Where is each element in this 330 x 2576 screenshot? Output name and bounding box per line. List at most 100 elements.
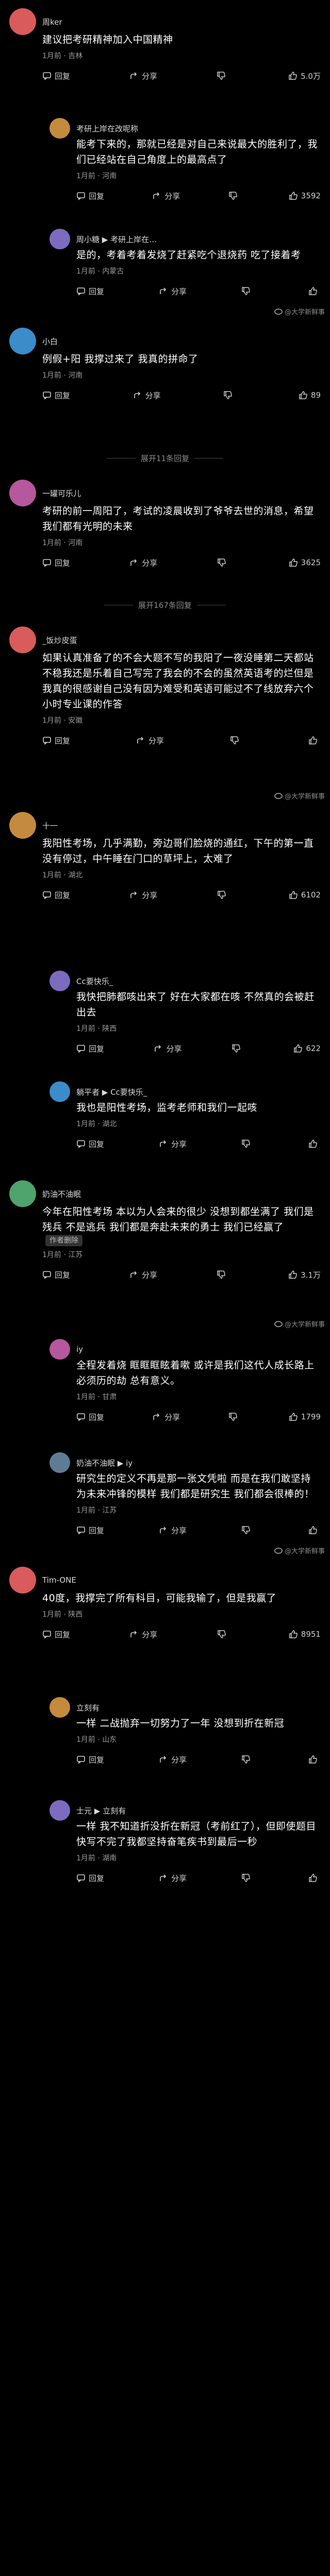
share-label: 分享	[164, 191, 180, 201]
reply-button[interactable]: 回复	[42, 1629, 70, 1640]
dislike-button[interactable]	[217, 71, 229, 80]
dislike-button[interactable]	[241, 1755, 254, 1764]
share-button[interactable]: 分享	[152, 1412, 180, 1422]
avatar[interactable]	[9, 812, 36, 839]
reply-label: 回复	[89, 1526, 105, 1535]
dislike-button[interactable]	[230, 736, 242, 745]
share-button[interactable]: 分享	[152, 191, 180, 201]
dislike-button[interactable]	[241, 1526, 254, 1535]
share-button[interactable]: 分享	[129, 557, 157, 568]
like-button[interactable]	[308, 736, 321, 745]
reply-button[interactable]: 回复	[76, 191, 104, 201]
share-button[interactable]: 分享	[159, 286, 187, 297]
like-button[interactable]: 8951	[289, 1630, 321, 1639]
share-button[interactable]: 分享	[159, 1525, 187, 1536]
avatar[interactable]	[50, 229, 70, 249]
share-button[interactable]: 分享	[159, 1754, 187, 1765]
like-button[interactable]: 622	[293, 1044, 321, 1053]
dislike-button[interactable]	[241, 1139, 254, 1148]
reply-button[interactable]: 回复	[76, 1043, 104, 1054]
username[interactable]: 士元 ▶ 立刻有	[76, 1805, 126, 1816]
username[interactable]: 小白	[42, 336, 58, 347]
dislike-button[interactable]	[217, 890, 229, 900]
avatar[interactable]	[50, 971, 70, 991]
like-button[interactable]: 3.1万	[288, 1269, 321, 1280]
share-button[interactable]: 分享	[129, 890, 157, 901]
like-button[interactable]: 1799	[289, 1412, 321, 1421]
like-button[interactable]: 3592	[289, 191, 321, 200]
reply-item: 考研上岸在改呢称 能考下来的，那就已经是对自己来说最大的胜利了，我们已经站在自己角…	[0, 111, 330, 222]
avatar[interactable]	[9, 1567, 36, 1594]
reply-button[interactable]: 回复	[76, 1754, 104, 1765]
reply-button[interactable]: 回复	[76, 1873, 104, 1884]
like-button[interactable]: 3625	[289, 558, 321, 567]
like-button[interactable]	[308, 1526, 321, 1535]
username[interactable]: 周小糖 ▶ 考研上岸在…	[76, 234, 157, 245]
share-button[interactable]: 分享	[129, 1269, 157, 1280]
username[interactable]: _饭炒皮蛋	[42, 635, 77, 646]
dislike-button[interactable]	[217, 558, 229, 567]
reply-button[interactable]: 回复	[42, 1269, 70, 1280]
dislike-button[interactable]	[228, 1412, 241, 1421]
share-button[interactable]: 分享	[129, 1629, 157, 1640]
reply-button[interactable]: 回复	[76, 1412, 104, 1422]
avatar[interactable]	[9, 1180, 36, 1207]
like-button[interactable]	[308, 1139, 321, 1148]
like-count: 6102	[301, 890, 321, 900]
username[interactable]: 奶油不油眠	[42, 1189, 81, 1199]
reply-button[interactable]: 回复	[42, 890, 70, 901]
username[interactable]: 奶油不油眠 ▶ iy	[76, 1458, 133, 1468]
expand-replies[interactable]: 展开11条回复	[0, 443, 330, 471]
username[interactable]: 躺平者 ▶ Cc要快乐_	[76, 1087, 147, 1097]
avatar[interactable]	[9, 480, 36, 506]
like-button[interactable]: 5.0万	[288, 71, 321, 81]
share-button[interactable]: 分享	[129, 71, 157, 81]
like-button[interactable]	[308, 1755, 321, 1764]
reply-button[interactable]: 回复	[42, 390, 70, 401]
share-button[interactable]: 分享	[133, 390, 161, 401]
like-button[interactable]	[308, 286, 321, 296]
avatar[interactable]	[50, 1697, 70, 1718]
like-button[interactable]	[308, 1873, 321, 1883]
dislike-button[interactable]	[217, 1630, 229, 1639]
reply-button[interactable]: 回复	[76, 1139, 104, 1149]
share-button[interactable]: 分享	[154, 1043, 182, 1054]
dislike-button[interactable]	[241, 286, 254, 296]
username[interactable]: Cc要快乐_	[76, 976, 113, 987]
avatar[interactable]	[9, 626, 36, 653]
reply-button[interactable]: 回复	[76, 1525, 104, 1536]
like-button[interactable]: 89	[299, 391, 321, 400]
avatar[interactable]	[50, 1452, 70, 1473]
avatar[interactable]	[9, 328, 36, 354]
like-button[interactable]: 6102	[289, 890, 321, 900]
avatar[interactable]	[9, 8, 36, 35]
username[interactable]: 周ker	[42, 16, 62, 27]
dislike-button[interactable]	[228, 191, 241, 200]
username[interactable]: 十一	[42, 820, 58, 831]
dislike-button[interactable]	[232, 1044, 244, 1053]
comment-header: 一罐可乐儿	[9, 480, 321, 506]
avatar[interactable]	[50, 1800, 70, 1821]
dislike-button[interactable]	[217, 1270, 229, 1279]
reply-button[interactable]: 回复	[76, 286, 104, 297]
username[interactable]: Tim-ONE	[42, 1575, 76, 1585]
username[interactable]: 一罐可乐儿	[42, 488, 81, 499]
watermark-label: @大学新鲜事	[284, 309, 325, 316]
dislike-button[interactable]	[223, 391, 236, 400]
username[interactable]: 立刻有	[76, 1702, 100, 1713]
share-label: 分享	[166, 1044, 182, 1054]
avatar[interactable]	[50, 118, 70, 139]
reply-button[interactable]: 回复	[42, 71, 70, 81]
share-button[interactable]: 分享	[159, 1873, 187, 1884]
share-button[interactable]: 分享	[159, 1139, 187, 1149]
avatar[interactable]	[50, 1339, 70, 1360]
reply-button[interactable]: 回复	[42, 557, 70, 568]
share-button[interactable]: 分享	[136, 735, 164, 746]
reply-label: 回复	[89, 286, 105, 296]
expand-replies[interactable]: 展开167条回复	[0, 590, 330, 618]
username[interactable]: 考研上岸在改呢称	[76, 123, 138, 134]
avatar[interactable]	[50, 1081, 70, 1102]
reply-button[interactable]: 回复	[42, 735, 70, 746]
username[interactable]: iy	[76, 1345, 83, 1354]
dislike-button[interactable]	[241, 1873, 254, 1883]
